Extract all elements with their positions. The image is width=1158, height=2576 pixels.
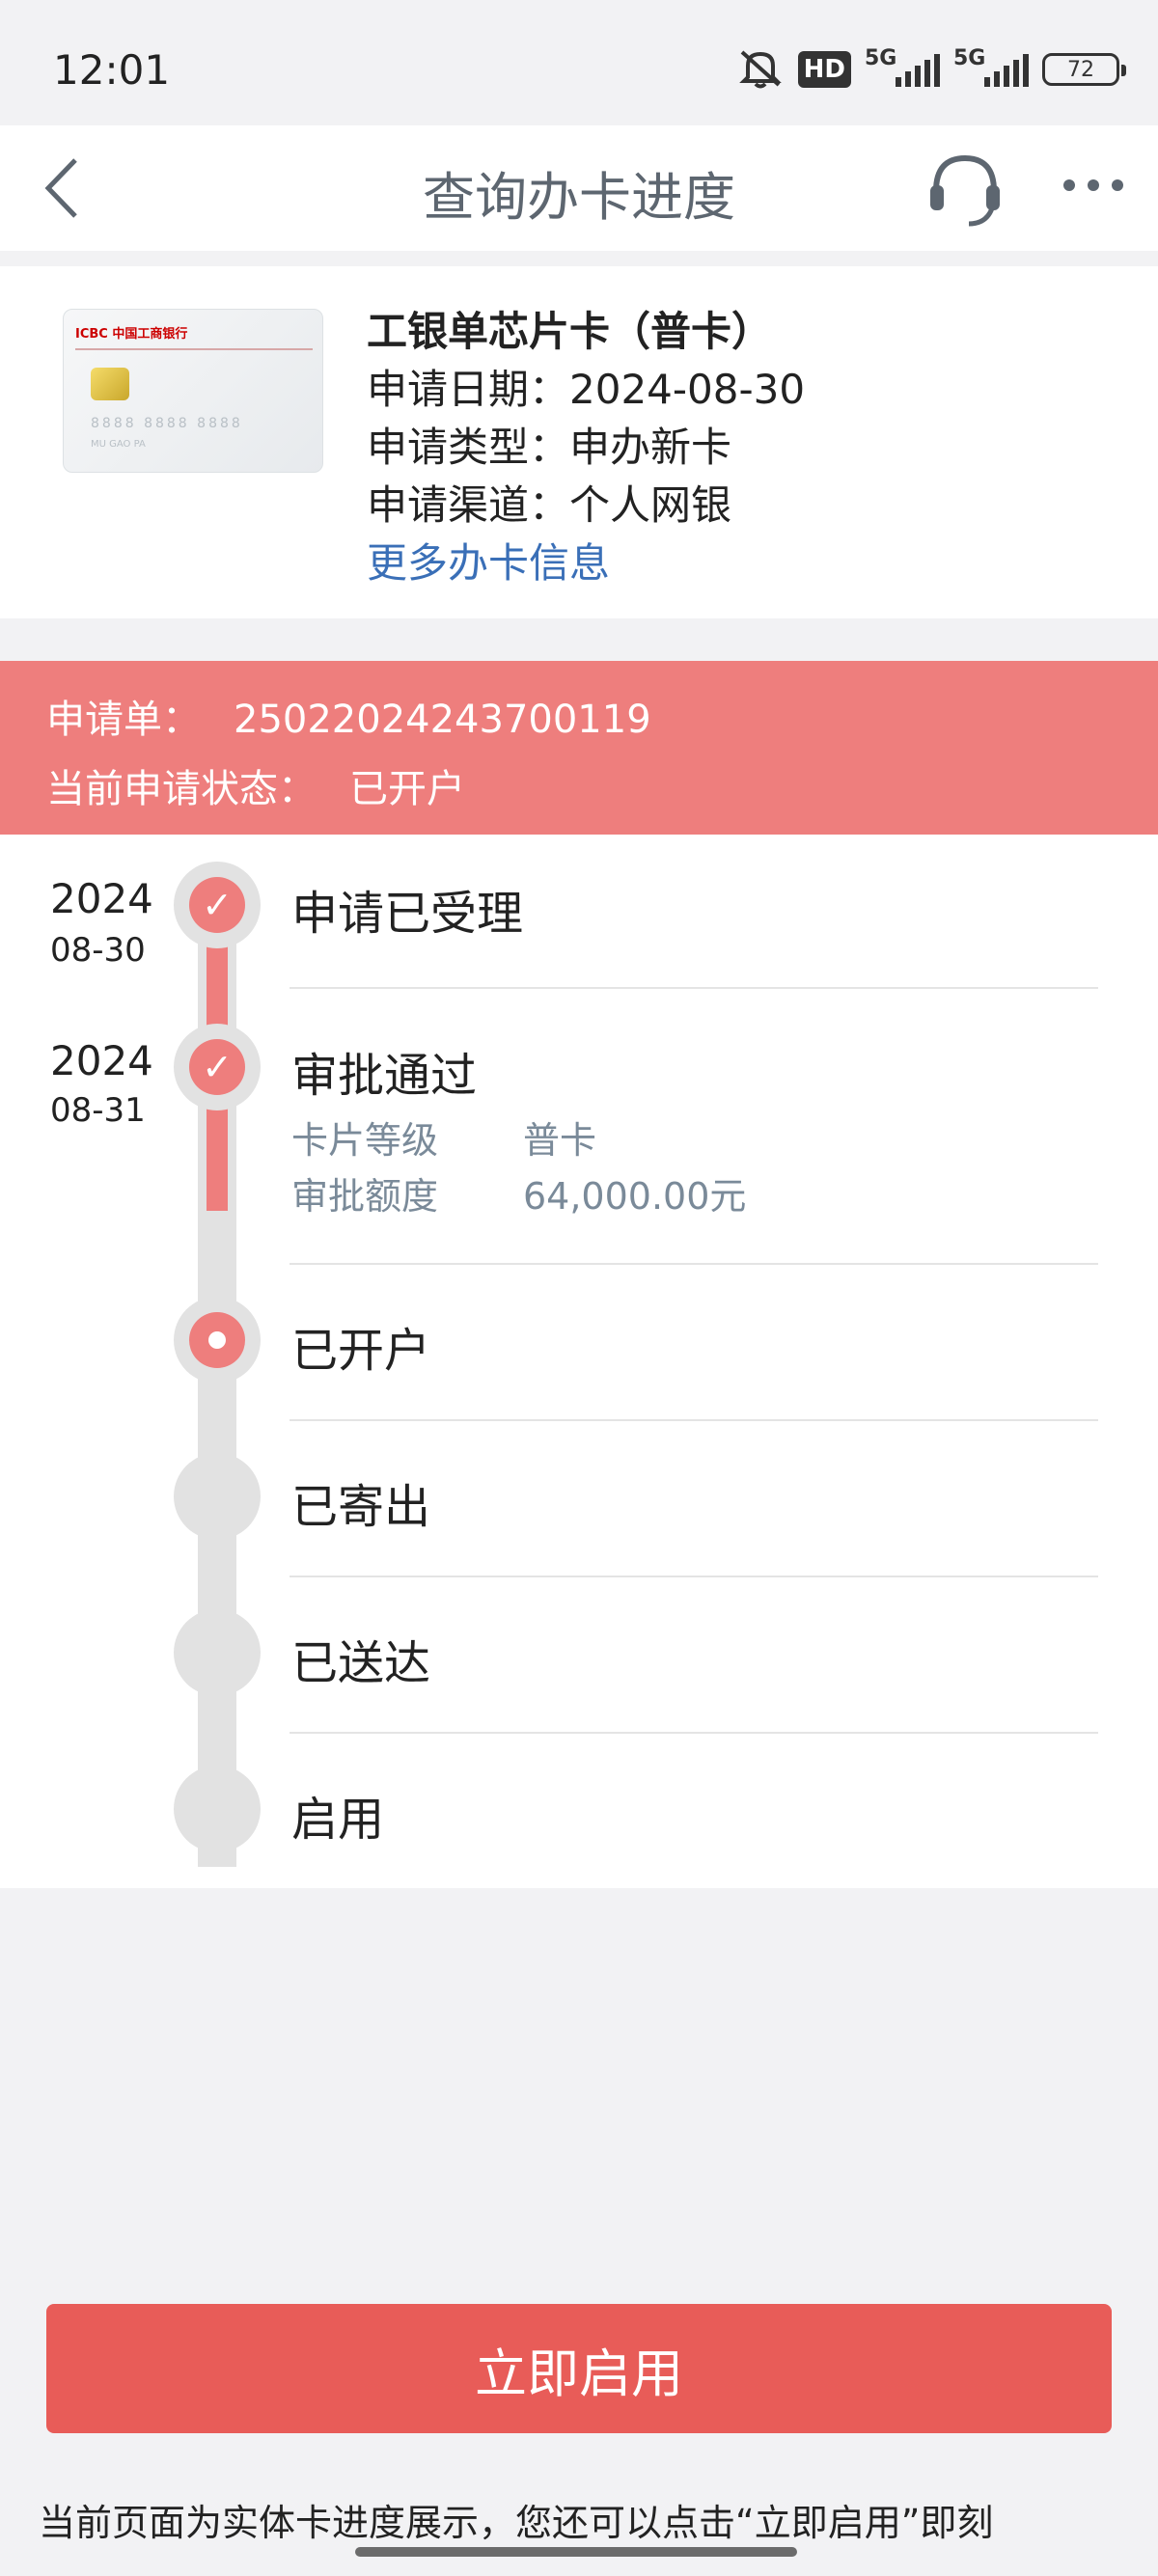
signal-icon: 5G bbox=[865, 46, 940, 91]
step-node-pending bbox=[174, 1609, 261, 1696]
step-label: 已送达 bbox=[291, 1636, 431, 1690]
step-year: 2024 bbox=[50, 1037, 153, 1084]
check-icon: ✓ bbox=[189, 1039, 245, 1095]
mute-icon bbox=[736, 46, 785, 93]
step-node-done: ✓ bbox=[174, 1024, 261, 1110]
detail-value: 普卡 bbox=[523, 1119, 597, 1162]
step-node-pending bbox=[174, 1453, 261, 1540]
order-number: 25022024243700119 bbox=[234, 698, 651, 742]
card-image: ICBC 中国工商银行 8888 8888 8888 MU GAO PA bbox=[63, 309, 323, 473]
step-label: 已寄出 bbox=[291, 1480, 431, 1534]
step-date: 08-31 bbox=[50, 1091, 146, 1130]
status-banner: 申请单： 25022024243700119 当前申请状态： 已开户 bbox=[0, 661, 1158, 835]
apply-type: 申请类型：申办新卡 bbox=[367, 424, 732, 471]
detail-key: 卡片等级 bbox=[291, 1119, 439, 1162]
step-label: 审批通过 bbox=[291, 1049, 478, 1103]
step-node-current bbox=[174, 1297, 261, 1384]
progress-timeline: 2024 08-30 ✓ 申请已受理 2024 08-31 ✓ 审批通过 卡片等… bbox=[0, 835, 1158, 1888]
headset-icon[interactable] bbox=[924, 147, 1006, 232]
activate-now-button[interactable]: 立即启用 bbox=[46, 2304, 1112, 2433]
status-icons: HD 5G 5G 72 bbox=[736, 42, 1126, 96]
signal-icon-2: 5G bbox=[953, 46, 1029, 91]
bank-logo: ICBC 中国工商银行 bbox=[75, 327, 188, 342]
step-label: 已开户 bbox=[291, 1324, 431, 1378]
step-label: 申请已受理 bbox=[291, 887, 524, 941]
step-node-pending bbox=[174, 1766, 261, 1852]
hd-badge: HD bbox=[797, 51, 851, 88]
order-line: 申请单： 25022024243700119 bbox=[46, 698, 651, 742]
battery-icon: 72 bbox=[1042, 53, 1126, 86]
home-indicator[interactable] bbox=[355, 2547, 797, 2557]
step-node-done: ✓ bbox=[174, 862, 261, 948]
footer-note: 当前页面为实体卡进度展示，您还可以点击“立即启用”即刻 bbox=[39, 2502, 994, 2544]
more-dots-icon[interactable] bbox=[1060, 176, 1127, 199]
status-time: 12:01 bbox=[53, 46, 171, 94]
detail-key: 审批额度 bbox=[291, 1175, 439, 1218]
more-info-link[interactable]: 更多办卡信息 bbox=[367, 531, 610, 589]
detail-value: 64,000.00元 bbox=[523, 1175, 747, 1218]
apply-channel: 申请渠道：个人网银 bbox=[367, 481, 732, 529]
status-value: 已开户 bbox=[349, 767, 465, 811]
nav-bar: 查询办卡进度 bbox=[0, 125, 1158, 251]
card-title: 工银单芯片卡（普卡） bbox=[367, 308, 773, 355]
check-icon: ✓ bbox=[189, 877, 245, 933]
status-line: 当前申请状态： 已开户 bbox=[46, 767, 465, 811]
card-info-section: ICBC 中国工商银行 8888 8888 8888 MU GAO PA 工银单… bbox=[0, 266, 1158, 618]
chip-icon bbox=[91, 368, 129, 400]
step-year: 2024 bbox=[50, 875, 153, 922]
step-date: 08-30 bbox=[50, 931, 146, 970]
step-label: 启用 bbox=[291, 1793, 385, 1847]
apply-date: 申请日期：2024-08-30 bbox=[367, 366, 806, 413]
